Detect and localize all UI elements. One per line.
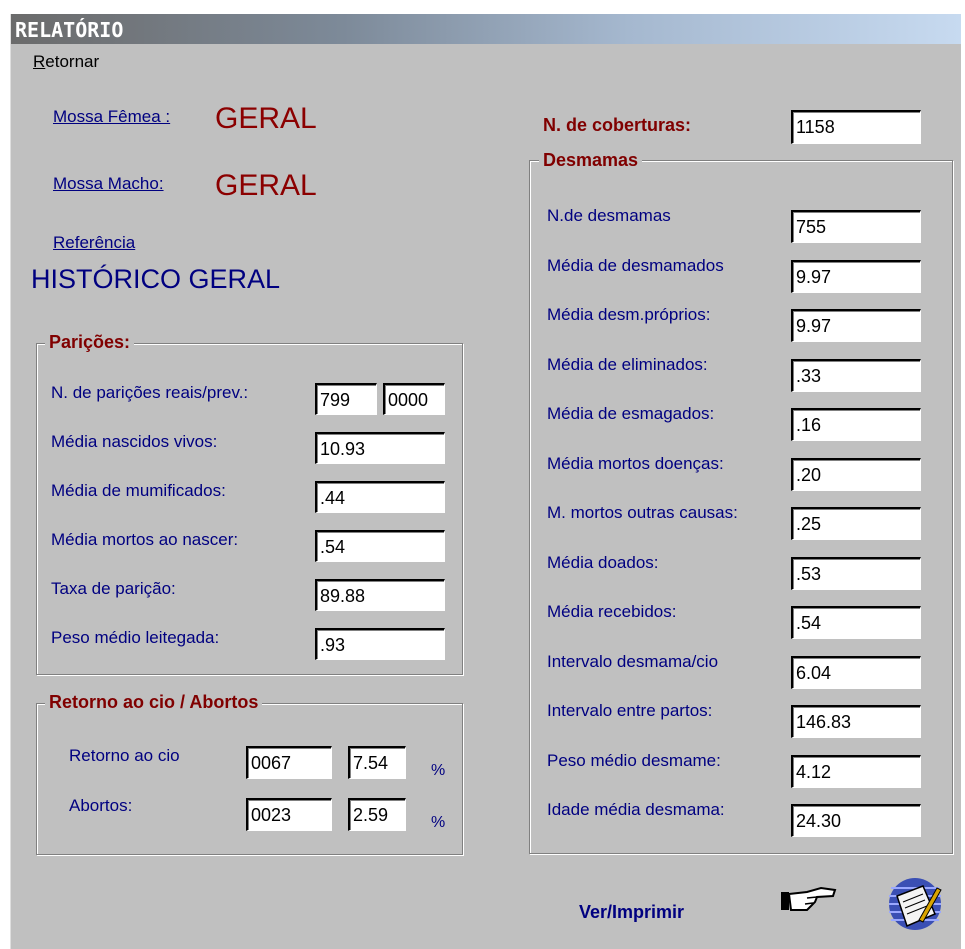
desmamas-value-field[interactable]: .16 — [791, 408, 921, 441]
coberturas-field[interactable]: 1158 — [791, 110, 921, 144]
desmamas-row-label: N.de desmamas — [547, 206, 671, 225]
desmamas-value-field[interactable]: .20 — [791, 458, 921, 491]
coberturas-label: N. de coberturas: — [543, 115, 692, 135]
desmamas-row-label: Intervalo desmama/cio — [547, 652, 719, 671]
desmamas-row-label: Média de eliminados: — [547, 355, 708, 374]
abortos-percent-field[interactable]: 2.59 — [348, 798, 406, 831]
ver-imprimir-button[interactable]: Ver/Imprimir — [579, 902, 684, 923]
menu-retornar-accel: R — [33, 52, 46, 71]
desmamas-value-field[interactable]: 755 — [791, 210, 921, 243]
retorno-percent-field[interactable]: 7.54 — [348, 746, 406, 779]
retorno-title: Retorno ao cio / Abortos — [45, 692, 263, 713]
paricoes-row-label: Peso médio leitegada: — [51, 628, 220, 647]
desmamas-row-label: Média de desmamados — [547, 256, 724, 275]
report-notepad-icon[interactable] — [887, 874, 943, 932]
paricoes-row-label: Média nascidos vivos: — [51, 432, 218, 451]
peso-leitegada-field[interactable]: .93 — [315, 628, 445, 660]
paricoes-reais-field[interactable]: 799 — [315, 383, 377, 415]
desmamas-value-field[interactable]: .54 — [791, 606, 921, 639]
report-window: RELATÓRIO Retornar Mossa Fêmea : GERAL M… — [10, 14, 961, 949]
menu-retornar-label: etornar — [45, 52, 100, 71]
referencia-value: HISTÓRICO GERAL — [31, 264, 281, 294]
pointing-hand-icon[interactable] — [777, 882, 841, 918]
desmamas-title: Desmamas — [539, 150, 643, 171]
retorno-count-field[interactable]: 0067 — [246, 746, 332, 779]
retorno-row-label: Abortos: — [69, 796, 133, 815]
desmamas-row-label: Peso médio desmame: — [547, 751, 721, 770]
desmamas-value-field[interactable]: 24.30 — [791, 804, 921, 837]
taxa-paricao-field[interactable]: 89.88 — [315, 579, 445, 611]
menu-retornar[interactable]: Retornar — [33, 52, 99, 72]
retorno-group — [36, 703, 463, 855]
mumificados-field[interactable]: .44 — [315, 481, 445, 513]
paricoes-title: Parições: — [45, 332, 135, 353]
abortos-count-field[interactable]: 0023 — [246, 798, 332, 831]
percent-sign: % — [431, 762, 446, 779]
desmamas-row-label: Média recebidos: — [547, 602, 677, 621]
mossa-macho-link[interactable]: Mossa Macho: — [53, 174, 164, 194]
paricoes-row-label: N. de parições reais/prev.: — [51, 383, 249, 402]
referencia-link[interactable]: Referência — [53, 233, 135, 253]
nascidos-vivos-field[interactable]: 10.93 — [315, 432, 445, 464]
desmamas-row-label: Média desm.próprios: — [547, 305, 711, 324]
desmamas-row-label: M. mortos outras causas: — [547, 503, 738, 522]
desmamas-value-field[interactable]: 6.04 — [791, 656, 921, 689]
desmamas-row-label: Intervalo entre partos: — [547, 701, 713, 720]
desmamas-value-field[interactable]: 4.12 — [791, 755, 921, 788]
desmamas-value-field[interactable]: .33 — [791, 359, 921, 392]
window-title: RELATÓRIO — [15, 18, 124, 42]
title-bar: RELATÓRIO — [11, 14, 961, 44]
percent-sign: % — [431, 814, 446, 831]
desmamas-value-field[interactable]: 146.83 — [791, 705, 921, 738]
paricoes-row-label: Média mortos ao nascer: — [51, 530, 239, 549]
desmamas-row-label: Idade média desmama: — [547, 800, 725, 819]
desmamas-value-field[interactable]: .25 — [791, 507, 921, 540]
desmamas-value-field[interactable]: .53 — [791, 557, 921, 590]
paricoes-row-label: Média de mumificados: — [51, 481, 226, 500]
mossa-femea-link[interactable]: Mossa Fêmea : — [53, 107, 170, 127]
mortos-nascer-field[interactable]: .54 — [315, 530, 445, 562]
desmamas-row-label: Média mortos doenças: — [547, 454, 724, 473]
paricoes-row-label: Taxa de parição: — [51, 579, 176, 598]
retorno-row-label: Retorno ao cio — [69, 746, 180, 765]
desmamas-row-label: Média de esmagados: — [547, 404, 715, 423]
mossa-macho-value: GERAL — [215, 169, 317, 202]
desmamas-value-field[interactable]: 9.97 — [791, 260, 921, 293]
paricoes-prev-field[interactable]: 0000 — [383, 383, 445, 415]
desmamas-row-label: Média doados: — [547, 553, 659, 572]
mossa-femea-value: GERAL — [215, 102, 317, 135]
desmamas-value-field[interactable]: 9.97 — [791, 309, 921, 342]
